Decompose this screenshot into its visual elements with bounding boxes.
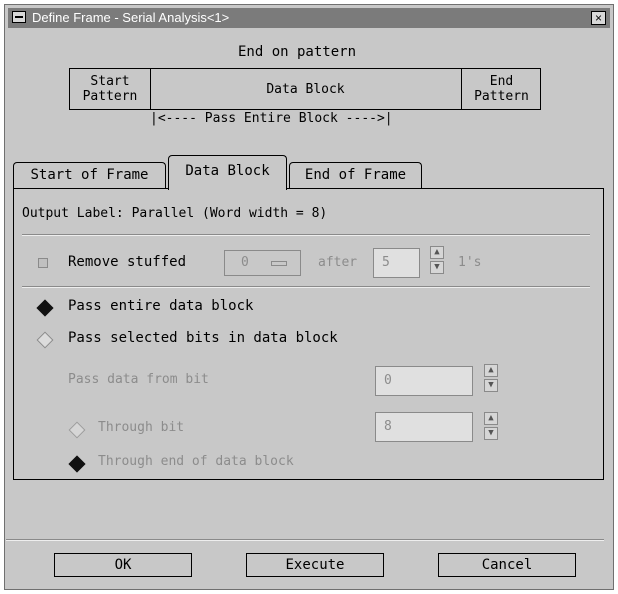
frame-mode-label: End on pattern xyxy=(238,44,357,60)
spin-down-icon[interactable]: ▼ xyxy=(430,261,444,274)
after-label: after xyxy=(318,255,358,270)
tab-start-of-frame[interactable]: Start of Frame xyxy=(13,162,166,188)
through-end-label: Through end of data block xyxy=(98,454,294,469)
dropdown-bar-icon xyxy=(271,261,287,266)
stuffed-bit-select[interactable]: 0 xyxy=(224,250,301,276)
window-title: Define Frame - Serial Analysis<1> xyxy=(32,10,230,25)
separator xyxy=(6,539,604,541)
tab-data-block[interactable]: Data Block xyxy=(168,155,287,190)
close-icon[interactable]: × xyxy=(591,11,606,25)
title-bar[interactable]: Define Frame - Serial Analysis<1> × xyxy=(8,8,610,28)
ok-button[interactable]: OK xyxy=(54,553,192,577)
ones-unit-label: 1's xyxy=(458,255,482,270)
stuffed-bit-value: 0 xyxy=(241,255,249,270)
cancel-button[interactable]: Cancel xyxy=(438,553,576,577)
through-bit-spinner[interactable]: ▲ ▼ xyxy=(484,412,498,440)
diagram-data-block: Data Block xyxy=(266,81,345,97)
stuffed-count-field[interactable]: 5 xyxy=(373,248,420,278)
separator xyxy=(22,234,590,236)
system-menu-icon[interactable] xyxy=(12,11,26,23)
tab-end-of-frame[interactable]: End of Frame xyxy=(289,162,422,188)
diagram-pass-entire-block: |<---- Pass Entire Block ---->| xyxy=(150,111,393,126)
from-bit-field[interactable]: 0 xyxy=(375,366,473,396)
through-bit-field[interactable]: 8 xyxy=(375,412,473,442)
diagram-start-pattern: Start Pattern xyxy=(70,69,151,109)
separator xyxy=(22,286,590,288)
diagram-end-pattern: End Pattern xyxy=(461,69,541,109)
stuffed-count-spinner[interactable]: ▲ ▼ xyxy=(430,246,444,274)
pass-entire-label: Pass entire data block xyxy=(68,298,254,314)
spin-down-icon[interactable]: ▼ xyxy=(484,379,498,392)
from-bit-label: Pass data from bit xyxy=(68,372,209,387)
remove-stuffed-checkbox[interactable] xyxy=(38,258,48,268)
spin-down-icon[interactable]: ▼ xyxy=(484,427,498,440)
pass-selected-label: Pass selected bits in data block xyxy=(68,330,338,346)
execute-button[interactable]: Execute xyxy=(246,553,384,577)
output-label-text: Output Label: Parallel (Word width = 8) xyxy=(22,206,328,221)
spin-up-icon[interactable]: ▲ xyxy=(430,246,444,259)
from-bit-spinner[interactable]: ▲ ▼ xyxy=(484,364,498,392)
spin-up-icon[interactable]: ▲ xyxy=(484,412,498,425)
spin-up-icon[interactable]: ▲ xyxy=(484,364,498,377)
through-bit-label: Through bit xyxy=(98,420,185,435)
frame-diagram: Start Pattern Data Block End Pattern xyxy=(69,68,541,110)
remove-stuffed-label: Remove stuffed xyxy=(68,254,187,270)
